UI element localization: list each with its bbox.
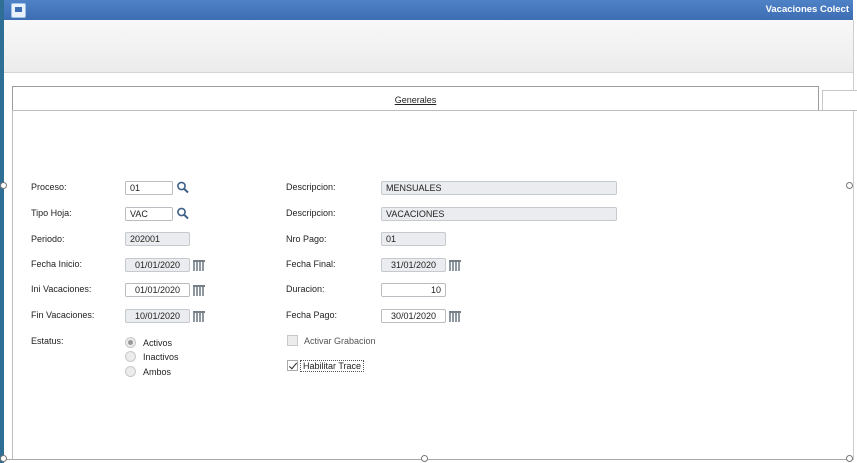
window-title: Vacaciones Colect <box>765 4 849 15</box>
fecha-final-label: Fecha Final: <box>286 259 336 269</box>
fin-vacaciones-calendar-icon[interactable] <box>193 311 205 322</box>
activar-grabacion-label[interactable]: Activar Grabacion <box>304 336 376 346</box>
descripcion-proceso-field: MENSUALES <box>381 181 617 195</box>
tab-generales-label: Generales <box>394 95 437 105</box>
nro-pago-field: 01 <box>381 232 446 246</box>
estatus-inactivos-radio[interactable] <box>125 351 136 362</box>
proceso-input[interactable]: 01 <box>125 181 173 195</box>
estatus-label: Estatus: <box>31 336 64 346</box>
ini-vacaciones-calendar-icon[interactable] <box>193 285 205 296</box>
fin-vacaciones-field: 10/01/2020 <box>125 309 190 323</box>
tab-next[interactable] <box>822 90 857 111</box>
descripcion-tipo-label: Descripcion: <box>286 208 336 218</box>
periodo-label: Periodo: <box>31 234 65 244</box>
ini-vacaciones-input[interactable]: 01/01/2020 <box>125 283 190 297</box>
tipo-hoja-input[interactable]: VAC <box>125 207 173 221</box>
app-window-icon[interactable] <box>11 3 26 18</box>
resize-handle-bottom-left[interactable] <box>0 455 7 462</box>
estatus-inactivos-label[interactable]: Inactivos <box>143 352 179 362</box>
fin-vacaciones-label: Fin Vacaciones: <box>31 310 95 320</box>
resize-handle-left[interactable] <box>0 182 7 189</box>
periodo-field: 202001 <box>125 232 190 246</box>
descripcion-proceso-label: Descripcion: <box>286 182 336 192</box>
duracion-label: Duracion: <box>286 284 325 294</box>
fecha-inicio-label: Fecha Inicio: <box>31 259 83 269</box>
fecha-final-calendar-icon[interactable] <box>449 260 461 271</box>
panel-bottom-border <box>4 459 853 460</box>
resize-handle-right[interactable] <box>846 182 853 189</box>
proceso-label: Proceso: <box>31 182 67 192</box>
descripcion-tipo-field: VACACIONES <box>381 207 617 221</box>
toolbar-area <box>4 20 853 73</box>
fecha-pago-calendar-icon[interactable] <box>449 311 461 322</box>
estatus-activos-radio[interactable] <box>125 337 136 348</box>
resize-handle-bottom-right[interactable] <box>846 455 853 462</box>
fecha-pago-input[interactable]: 30/01/2020 <box>381 309 446 323</box>
fecha-inicio-field: 01/01/2020 <box>125 258 190 272</box>
habilitar-trace-label[interactable]: Habilitar Trace <box>300 360 365 372</box>
proceso-lookup-icon[interactable] <box>176 181 190 194</box>
title-bar[interactable]: Vacaciones Colect <box>4 0 853 20</box>
nro-pago-label: Nro Pago: <box>286 234 327 244</box>
fecha-pago-label: Fecha Pago: <box>286 310 338 320</box>
estatus-ambos-radio[interactable] <box>125 366 136 377</box>
tipo-hoja-lookup-icon[interactable] <box>176 207 190 220</box>
fecha-inicio-calendar-icon[interactable] <box>193 260 205 271</box>
fecha-final-field: 31/01/2020 <box>381 258 446 272</box>
resize-handle-bottom[interactable] <box>421 455 428 462</box>
habilitar-trace-checkbox[interactable] <box>287 360 298 371</box>
activar-grabacion-checkbox[interactable] <box>287 335 298 346</box>
estatus-ambos-label[interactable]: Ambos <box>143 367 171 377</box>
tab-generales[interactable]: Generales <box>12 86 819 111</box>
estatus-activos-label[interactable]: Activos <box>143 338 172 348</box>
tipo-hoja-label: Tipo Hoja: <box>31 208 72 218</box>
duracion-input[interactable]: 10 <box>381 283 446 297</box>
ini-vacaciones-label: Ini Vacaciones: <box>31 284 92 294</box>
